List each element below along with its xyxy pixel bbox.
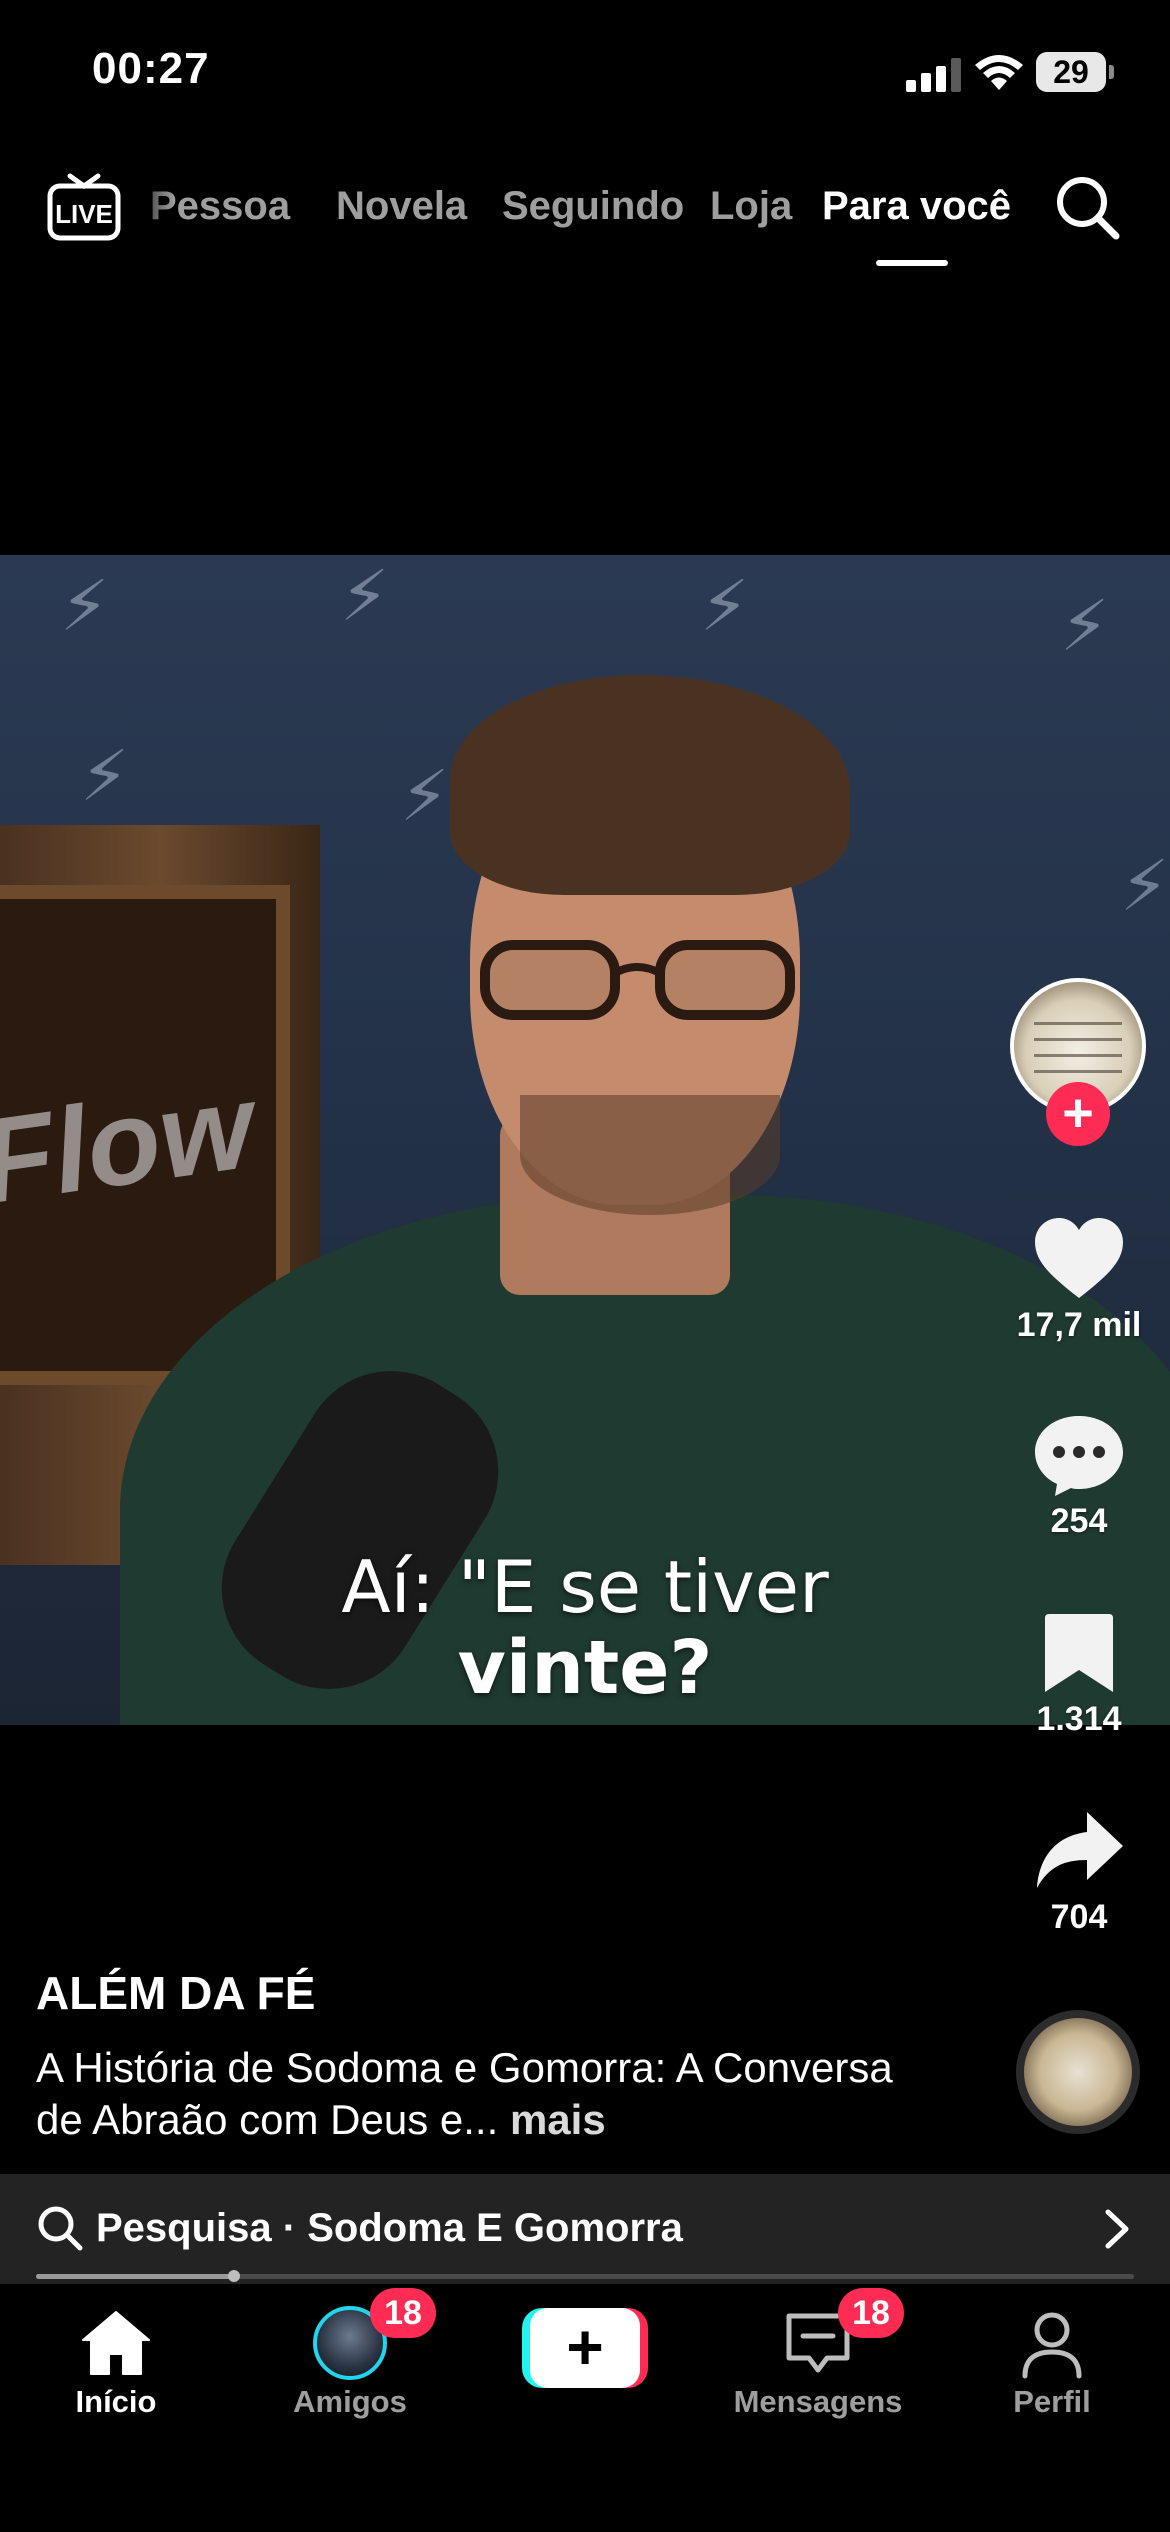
cellular-signal-icon bbox=[906, 58, 961, 92]
wifi-icon bbox=[975, 55, 1023, 90]
tab-seguindo[interactable]: Seguindo bbox=[502, 184, 684, 229]
nav-messages-label: Mensagens bbox=[733, 2384, 903, 2419]
battery-tip bbox=[1109, 65, 1114, 79]
messages-badge: 18 bbox=[838, 2288, 904, 2338]
avatar-detail bbox=[1034, 1022, 1122, 1025]
chevron-right-icon bbox=[1105, 2209, 1129, 2249]
post-caption[interactable]: A História de Sodoma e Gomorra: A Conver… bbox=[36, 2042, 916, 2146]
comment-button[interactable]: 254 bbox=[1012, 1412, 1146, 1541]
avatar-detail bbox=[1034, 1070, 1122, 1073]
tab-para-voce[interactable]: Para você bbox=[822, 184, 1011, 229]
person-beard bbox=[520, 1095, 780, 1215]
profile-icon bbox=[1022, 2312, 1082, 2379]
wall-decoration: ⚡ bbox=[700, 567, 750, 645]
avatar-detail bbox=[1034, 1054, 1122, 1057]
wall-decoration: ⚡ bbox=[60, 567, 110, 645]
video-progress-handle[interactable] bbox=[227, 2270, 240, 2282]
friends-badge: 18 bbox=[370, 2288, 436, 2338]
plus-icon: + bbox=[530, 2308, 640, 2388]
tab-fade bbox=[124, 170, 174, 250]
search-suggestion-bar[interactable]: Pesquisa · Sodoma E Gomorra bbox=[0, 2174, 1170, 2284]
music-disc[interactable] bbox=[1016, 2010, 1140, 2134]
caption-text: A História de Sodoma e Gomorra: A Conver… bbox=[36, 2044, 893, 2143]
battery-indicator: 29 bbox=[1036, 52, 1116, 92]
tab-novela[interactable]: Novela bbox=[336, 184, 467, 229]
bookmark-count: 1.314 bbox=[1036, 1700, 1122, 1738]
home-icon bbox=[82, 2311, 150, 2375]
like-button[interactable]: 17,7 mil bbox=[1012, 1216, 1146, 1345]
wall-decoration: ⚡ bbox=[1120, 847, 1170, 925]
heart-icon bbox=[1035, 1218, 1123, 1298]
video-progress-fill bbox=[36, 2274, 234, 2279]
nav-profile[interactable]: Perfil bbox=[952, 2306, 1152, 2420]
nav-home-label: Início bbox=[75, 2384, 157, 2419]
active-tab-indicator bbox=[876, 260, 948, 266]
battery-level: 29 bbox=[1053, 54, 1089, 90]
search-suggestion-text: Pesquisa · Sodoma E Gomorra bbox=[96, 2206, 683, 2250]
nav-friends-label: Amigos bbox=[293, 2384, 407, 2419]
nav-profile-label: Perfil bbox=[1013, 2384, 1091, 2419]
wall-decoration: ⚡ bbox=[400, 757, 450, 835]
wall-decoration: ⚡ bbox=[80, 737, 130, 815]
search-icon[interactable] bbox=[1052, 172, 1122, 242]
like-count: 17,7 mil bbox=[1016, 1306, 1142, 1344]
author-name[interactable]: ALÉM DA FÉ bbox=[36, 1966, 315, 2020]
subtitle-line-1: Aí: "E se tiver bbox=[341, 1545, 829, 1629]
status-time: 00:27 bbox=[92, 44, 210, 93]
share-icon bbox=[1037, 1812, 1123, 1888]
bookmark-icon bbox=[1045, 1614, 1113, 1692]
comment-count: 254 bbox=[1050, 1502, 1108, 1540]
create-button[interactable]: + bbox=[522, 2308, 648, 2388]
status-bar: 00:27 29 bbox=[0, 0, 1170, 140]
share-button[interactable]: 704 bbox=[1012, 1808, 1146, 1937]
wall-decoration: ⚡ bbox=[1060, 587, 1110, 665]
caption-more-link[interactable]: mais bbox=[510, 2096, 606, 2143]
tab-loja[interactable]: Loja bbox=[710, 184, 792, 229]
follow-button[interactable]: + bbox=[1046, 1082, 1110, 1146]
nav-home[interactable]: Início bbox=[16, 2306, 216, 2420]
subtitle-line-2: vinte? bbox=[457, 1625, 713, 1711]
video-progress-bar[interactable] bbox=[36, 2270, 1134, 2282]
video-player[interactable]: ⚡ ⚡ ⚡ ⚡ ⚡ ⚡ ⚡ Flow Aí: "E se tiver vinte… bbox=[0, 555, 1170, 1725]
glasses bbox=[480, 940, 795, 1020]
person-hair bbox=[450, 675, 850, 895]
wall-decoration: ⚡ bbox=[340, 557, 390, 635]
svg-text:LIVE: LIVE bbox=[55, 199, 113, 229]
live-tv-icon[interactable]: LIVE bbox=[46, 168, 122, 244]
share-count: 704 bbox=[1050, 1898, 1108, 1936]
bookmark-button[interactable]: 1.314 bbox=[1012, 1610, 1146, 1739]
search-icon bbox=[38, 2206, 83, 2251]
top-navigation: LIVE Pessoa Novela Seguindo Loja Para vo… bbox=[0, 160, 1170, 270]
avatar-detail bbox=[1034, 1038, 1122, 1041]
comment-icon bbox=[1035, 1416, 1123, 1496]
bottom-navigation: Início Amigos 18 + Mensagens 18 Perfil bbox=[0, 2284, 1170, 2532]
